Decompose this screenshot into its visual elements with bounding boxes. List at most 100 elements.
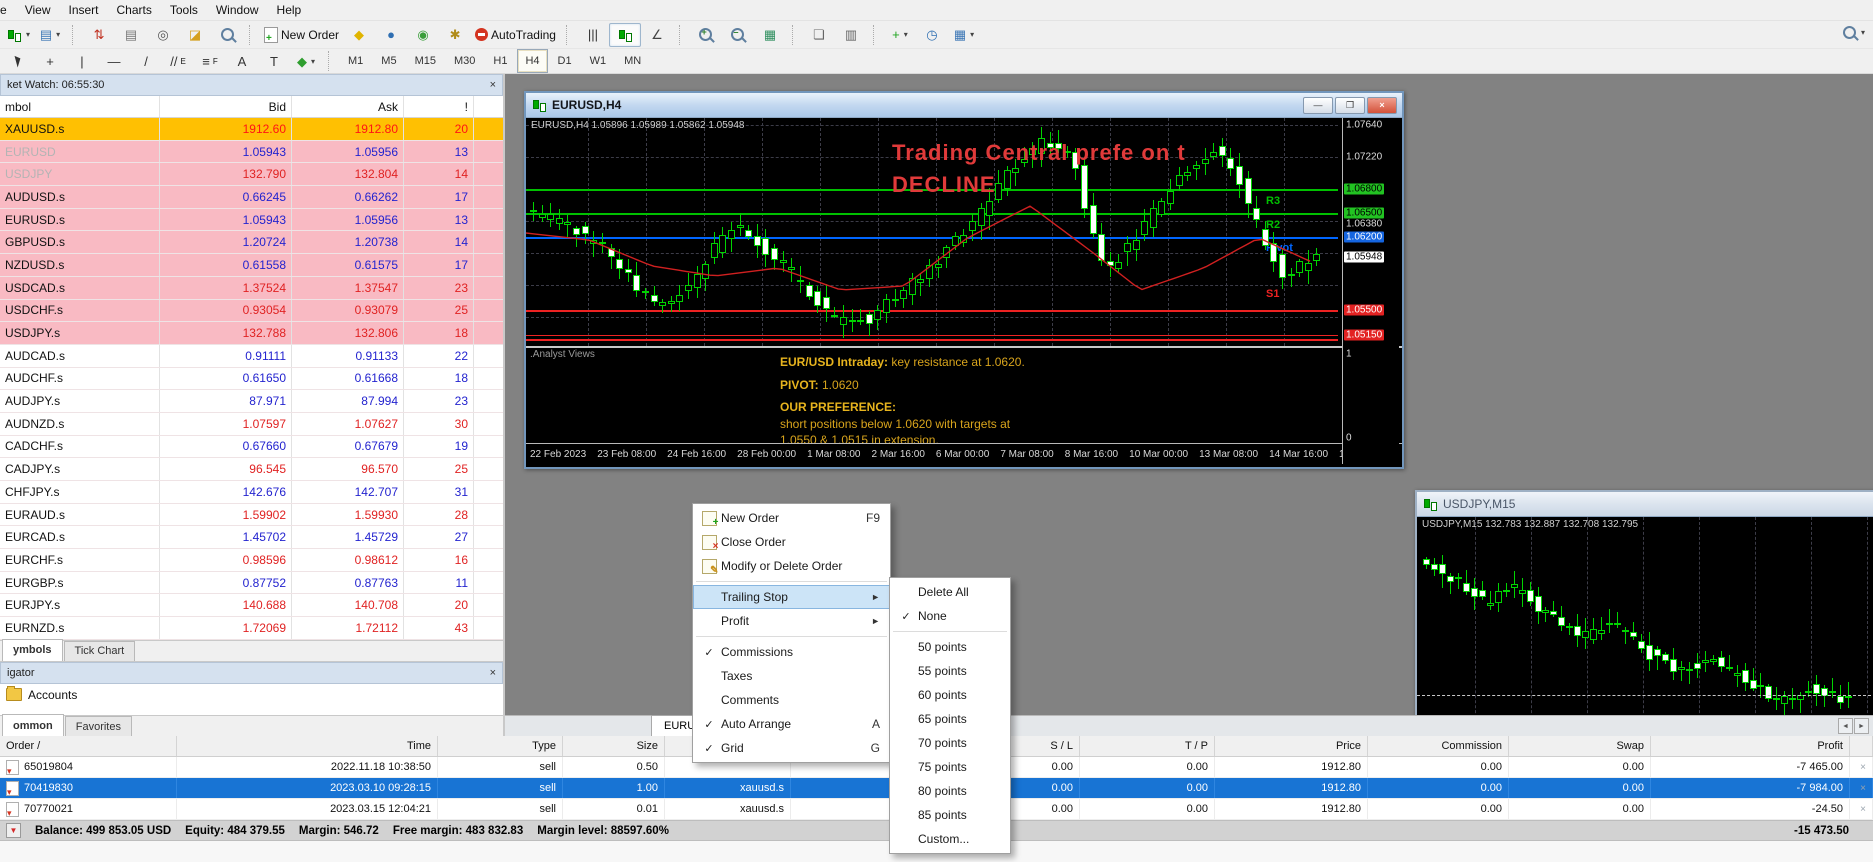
new-chart-icon[interactable]: ▾ — [2, 23, 34, 47]
trailing-submenu-item-none[interactable]: ✓None — [890, 604, 1010, 628]
scroll-left-icon[interactable]: ◄ — [1838, 718, 1853, 734]
timeframe-h1[interactable]: H1 — [485, 49, 515, 73]
timeframe-h4[interactable]: H4 — [517, 49, 547, 73]
crosshair-icon[interactable]: + — [34, 49, 66, 73]
context-menu-item-autoarrange[interactable]: ✓Auto ArrangeA — [693, 712, 890, 736]
candlestick-chart-icon[interactable] — [609, 23, 641, 47]
zoom-in-icon[interactable]: + — [690, 23, 722, 47]
text-label-icon[interactable]: T — [258, 49, 290, 73]
orders-col-6[interactable]: T / P — [1080, 736, 1215, 756]
trailing-submenu-item-85points[interactable]: 85 points — [890, 803, 1010, 827]
usdjpy-titlebar[interactable]: USDJPY,M15 — [1417, 492, 1873, 517]
experts-icon[interactable]: ✱ — [439, 23, 471, 47]
chart-window-usdjpy[interactable]: USDJPY,M15 USDJPY,M15 132.783 132.887 13… — [1415, 490, 1873, 738]
market-watch-row[interactable]: EURNZD.s1.720691.7211243 — [0, 617, 503, 640]
navigator-item-accounts[interactable]: Accounts — [6, 688, 497, 702]
cascade-windows-icon[interactable]: ❏ — [803, 23, 835, 47]
news-icon[interactable]: ◉ — [407, 23, 439, 47]
eurusd-chart-area[interactable]: EURUSD,H4 1.05896 1.05989 1.05862 1.0594… — [526, 118, 1402, 464]
orders-col-10[interactable]: Profit — [1651, 736, 1850, 756]
context-menu-item-comments[interactable]: Comments — [693, 688, 890, 712]
community-icon[interactable]: ● — [375, 23, 407, 47]
close-position-button[interactable]: × — [1850, 799, 1873, 819]
timeframe-m1[interactable]: M1 — [340, 49, 371, 73]
orders-col-7[interactable]: Price — [1215, 736, 1368, 756]
autotrading-button[interactable]: AutoTrading — [471, 23, 560, 47]
line-chart-icon[interactable]: ∠ — [641, 23, 673, 47]
market-watch-row[interactable]: AUDUSD.s0.662450.6626217 — [0, 186, 503, 209]
market-watch-row[interactable]: EURUSD1.059431.0595613 — [0, 141, 503, 164]
close-button[interactable]: × — [1367, 97, 1397, 114]
context-menu-item-neworder[interactable]: +New OrderF9 — [693, 506, 890, 530]
navigator-icon[interactable]: ◎ — [147, 23, 179, 47]
cursor-icon[interactable] — [2, 49, 34, 73]
trailing-submenu-item-50points[interactable]: 50 points — [890, 635, 1010, 659]
channel-icon[interactable]: //E — [162, 49, 194, 73]
market-watch-col-2[interactable]: Ask — [292, 96, 404, 117]
market-watch-row[interactable]: CADJPY.s96.54596.57025 — [0, 458, 503, 481]
orders-col-0[interactable]: Order / — [0, 736, 177, 756]
close-icon[interactable]: × — [490, 667, 496, 679]
menu-item-charts[interactable]: Charts — [108, 1, 161, 19]
market-watch-row[interactable]: EURUSD.s1.059431.0595613 — [0, 209, 503, 232]
trailing-submenu-item-deleteall[interactable]: Delete All — [890, 580, 1010, 604]
market-watch-row[interactable]: AUDCHF.s0.616500.6166818 — [0, 368, 503, 391]
search-button[interactable]: ▾ — [1843, 26, 1865, 39]
navig-tab-favorites[interactable]: Favorites — [65, 716, 132, 736]
chart-window-eurusd[interactable]: EURUSD,H4 — ❒ × EURUSD,H4 1.05896 1.0598… — [524, 91, 1404, 469]
trailing-submenu-item-60points[interactable]: 60 points — [890, 683, 1010, 707]
profiles-icon[interactable]: ▤▾ — [34, 23, 66, 47]
context-menu-item-commissions[interactable]: ✓Commissions — [693, 640, 890, 664]
bar-chart-icon[interactable]: ||| — [577, 23, 609, 47]
market-watch-row[interactable]: AUDCAD.s0.911110.9113322 — [0, 345, 503, 368]
market-watch-col-0[interactable]: mbol — [0, 96, 160, 117]
trailing-submenu-item-custom[interactable]: Custom... — [890, 827, 1010, 851]
close-position-button[interactable]: × — [1850, 778, 1873, 798]
minimize-button[interactable]: — — [1303, 97, 1333, 114]
orders-col-2[interactable]: Type — [438, 736, 563, 756]
new-order-button[interactable]: +New Order — [260, 23, 343, 47]
strategy-tester-icon[interactable] — [211, 23, 243, 47]
market-watch-col-1[interactable]: Bid — [160, 96, 292, 117]
restore-button[interactable]: ❒ — [1335, 97, 1365, 114]
fibonacci-icon[interactable]: ≡F — [194, 49, 226, 73]
menu-item-window[interactable]: Window — [207, 1, 268, 19]
market-watch-row[interactable]: CHFJPY.s142.676142.70731 — [0, 481, 503, 504]
market-watch-row[interactable]: USDJPY.s132.788132.80618 — [0, 322, 503, 345]
market-watch-row[interactable]: NZDUSD.s0.615580.6157517 — [0, 254, 503, 277]
chart-shift-icon[interactable]: +▾ — [884, 23, 916, 47]
market-watch-row[interactable]: EURCAD.s1.457021.4572927 — [0, 526, 503, 549]
orders-col-3[interactable]: Size — [563, 736, 665, 756]
context-menu-item-profit[interactable]: Profit► — [693, 609, 890, 633]
trailing-submenu-item-80points[interactable]: 80 points — [890, 779, 1010, 803]
period-icon[interactable]: ◷ — [916, 23, 948, 47]
text-icon[interactable]: A — [226, 49, 258, 73]
context-menu-item-closeorder[interactable]: ×Close Order — [693, 530, 890, 554]
trailing-submenu-item-70points[interactable]: 70 points — [890, 731, 1010, 755]
market-watch-row[interactable]: USDJPY132.790132.80414 — [0, 163, 503, 186]
trailing-submenu-item-65points[interactable]: 65 points — [890, 707, 1010, 731]
arrows-icon[interactable]: ◆▾ — [290, 49, 322, 73]
horizontal-line-icon[interactable]: — — [98, 49, 130, 73]
orders-col-11[interactable] — [1850, 736, 1873, 756]
menu-item-help[interactable]: Help — [268, 1, 311, 19]
market-watch-row[interactable]: EURGBP.s0.877520.8776311 — [0, 572, 503, 595]
data-window-icon[interactable]: ▤ — [115, 23, 147, 47]
timeframe-m5[interactable]: M5 — [373, 49, 404, 73]
price-axis[interactable]: 1.076401.072201.063801.068001.065001.062… — [1342, 118, 1399, 464]
trailing-submenu-item-75points[interactable]: 75 points — [890, 755, 1010, 779]
menu-item-insert[interactable]: Insert — [59, 1, 107, 19]
menu-item-tools[interactable]: Tools — [161, 1, 207, 19]
market-watch-tab-ymbols[interactable]: ymbols — [2, 639, 63, 661]
trendline-icon[interactable]: / — [130, 49, 162, 73]
market-watch-row[interactable]: CADCHF.s0.676600.6767919 — [0, 436, 503, 459]
timeframe-d1[interactable]: D1 — [550, 49, 580, 73]
market-watch-row[interactable]: USDCAD.s1.375241.3754723 — [0, 277, 503, 300]
market-watch-row[interactable]: AUDJPY.s87.97187.99423 — [0, 390, 503, 413]
trailing-submenu-item-55points[interactable]: 55 points — [890, 659, 1010, 683]
timeframe-mn[interactable]: MN — [616, 49, 649, 73]
menu-item-e[interactable]: e — [0, 1, 16, 19]
terminal-icon[interactable]: ◪ — [179, 23, 211, 47]
market-watch-tab-tickchart[interactable]: Tick Chart — [64, 641, 136, 661]
market-watch-row[interactable]: EURCHF.s0.985960.9861216 — [0, 549, 503, 572]
